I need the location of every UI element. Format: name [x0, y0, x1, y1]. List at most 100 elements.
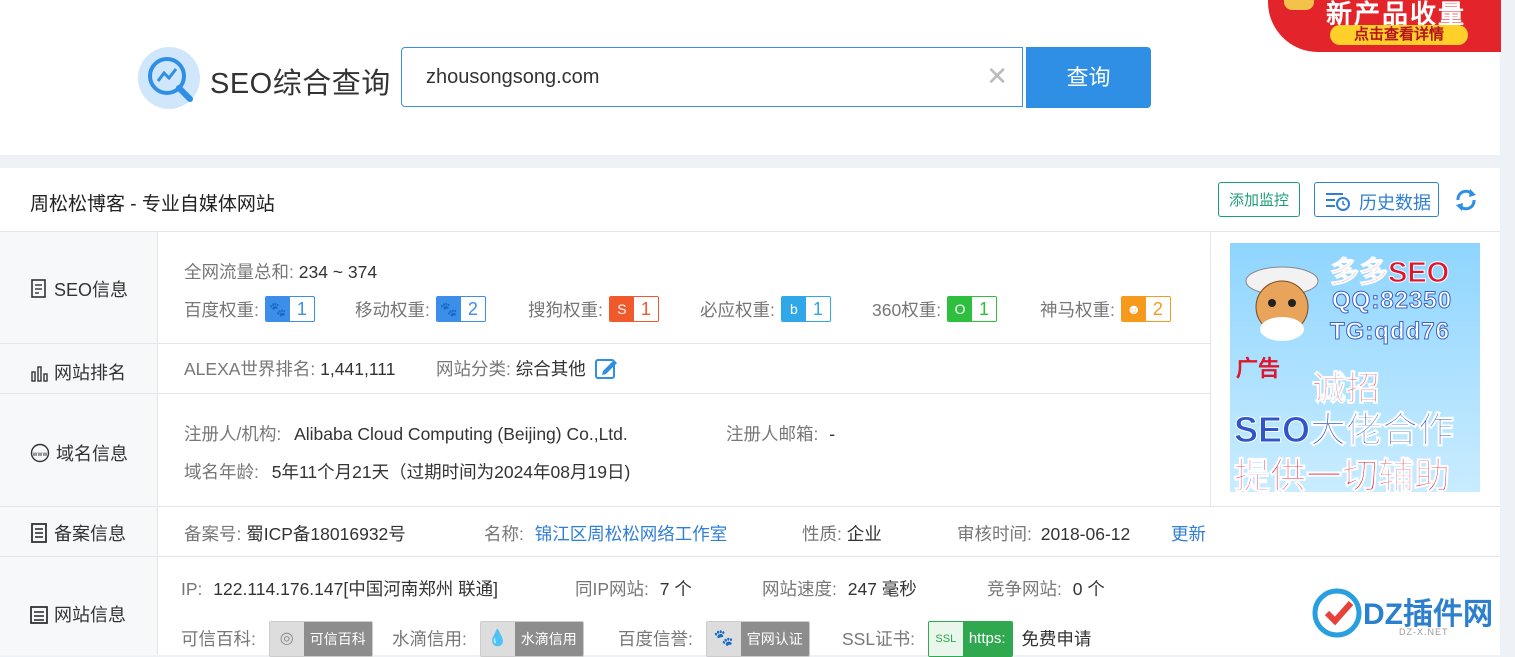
shuidi-badge-text: 水滴信用 [514, 622, 583, 656]
divider [0, 343, 1210, 344]
360-icon: O [948, 297, 973, 321]
baidu-reputation: 百度信誉: 🐾 官网认证 [618, 621, 810, 657]
compete-value[interactable]: 0 个 [1073, 579, 1105, 599]
shenma-icon: ☻ [1121, 297, 1146, 321]
top-ad-cta[interactable]: 点击查看详情 [1330, 25, 1468, 45]
registrant: 注册人/机构: Alibaba Cloud Computing (Beijing… [184, 421, 628, 446]
rank-text: 网站排名 [54, 363, 126, 383]
weight-badge[interactable]: ☻ 2 [1120, 296, 1171, 322]
ad-brand: 多多SEO [1329, 257, 1450, 290]
ad-line-seo: SEO大佬合作 [1233, 409, 1455, 451]
seo-info-label: SEO信息 [30, 276, 128, 302]
page-title: SEO综合查询 [210, 68, 391, 100]
ip-value: 122.114.176.147[中国河南郑州 联通] [213, 579, 498, 599]
update-link[interactable]: 更新 [1171, 521, 1206, 546]
seal-icon: ◎ [269, 622, 304, 656]
ad-tag: 广告 [1236, 356, 1281, 381]
icp-label: 备案信息 [30, 520, 126, 546]
same-ip-sites: 同IP网站: 7 个 [575, 576, 692, 601]
same-ip-value[interactable]: 7 个 [660, 579, 692, 599]
kexin-label: 可信百科: [181, 629, 256, 649]
shuidi-label: 水滴信用: [392, 629, 467, 649]
icp-nature-value: 企业 [846, 524, 882, 544]
divider [0, 556, 1500, 557]
history-icon [1326, 193, 1350, 211]
bing-icon: b [781, 297, 806, 321]
weight-item: 神马权重: ☻ 2 [1040, 296, 1171, 322]
shuidi-badge[interactable]: 💧 水滴信用 [479, 621, 584, 657]
weight-item: 360权重: O 1 [872, 296, 998, 322]
icp-audit-label: 审核时间: [957, 524, 1032, 544]
dz-logo-icon [1312, 588, 1362, 638]
website-icon [30, 606, 48, 624]
category-value: 综合其他 [515, 359, 586, 379]
alexa-label: ALEXA世界排名: [184, 359, 316, 379]
weight-badge[interactable]: S1 [608, 296, 659, 322]
top-ad-banner[interactable]: 新产品收量 点击查看详情 [1268, 0, 1501, 52]
category-label: 网站分类: [436, 359, 511, 379]
record-icon [31, 523, 47, 543]
weight-value: 1 [640, 299, 651, 319]
alexa-value: 1,441,111 [320, 359, 396, 379]
site-info-text: 网站信息 [54, 605, 126, 625]
icp-number-value: 蜀ICP备18016932号 [246, 524, 406, 544]
document-icon [31, 279, 46, 298]
search-input-value: zhousongsong.com [426, 66, 600, 88]
weight-badge[interactable]: b1 [780, 296, 831, 322]
add-monitor-button[interactable]: 添加监控 [1218, 182, 1300, 217]
side-ad-banner[interactable]: 多多SEO QQ:82350 TG:qdd76 广告 诚招 SEO大佬合作 提供… [1230, 243, 1480, 492]
compete-label: 竞争网站: [987, 579, 1062, 599]
baidu-label: 百度信誉: [618, 629, 693, 649]
history-data-button[interactable]: 历史数据 [1314, 182, 1439, 217]
divider [1210, 232, 1211, 506]
weight-value: 1 [979, 299, 990, 319]
weight-item: 必应权重: b 1 [700, 296, 831, 322]
divider [0, 393, 1210, 394]
ad-line-support: 提供一切辅助 [1233, 455, 1451, 493]
icp-nature: 性质: 企业 [802, 521, 882, 546]
registrant-email: 注册人邮箱: - [726, 421, 835, 446]
ad-qq: QQ:82350 [1331, 287, 1453, 315]
email-value: - [829, 424, 836, 444]
weight-label: 百度权重: [184, 300, 259, 320]
baidu-badge[interactable]: 🐾 官网认证 [705, 621, 810, 657]
ssl-label: SSL证书: [842, 629, 915, 649]
weight-badge[interactable]: 🐾 1 [264, 296, 315, 322]
paw-icon: 🐾 [265, 297, 290, 321]
ad-tag-icon [1284, 0, 1314, 10]
clear-icon[interactable]: ✕ [986, 62, 1008, 90]
refresh-icon[interactable] [1452, 186, 1480, 214]
competing-sites: 竞争网站: 0 个 [987, 576, 1105, 601]
search-button[interactable]: 查询 [1026, 47, 1151, 108]
bar-chart-icon [31, 366, 48, 382]
icp-audit-value: 2018-06-12 [1040, 524, 1131, 544]
sogou-icon: S [609, 297, 634, 321]
weight-value: 2 [1152, 299, 1163, 319]
ssl-apply-link[interactable]: 免费申请 [1021, 629, 1091, 649]
weight-badge[interactable]: 🐾 2 [435, 296, 486, 322]
site-speed: 网站速度: 247 毫秒 [762, 576, 917, 601]
search-input[interactable]: zhousongsong.com ✕ [401, 47, 1023, 107]
seo-logo-icon [138, 47, 200, 109]
mascot-icon [1245, 266, 1319, 341]
traffic-value: 234 ~ 374 [298, 262, 378, 282]
registrant-value: Alibaba Cloud Computing (Beijing) Co.,Lt… [294, 424, 628, 444]
weight-label: 360权重: [872, 300, 942, 320]
kexin-badge[interactable]: ◎ 可信百科 [268, 621, 373, 657]
weight-value: 2 [467, 299, 478, 319]
age-value: 5年11个月21天（过期时间为2024年08月19日) [271, 462, 631, 482]
speed-label: 网站速度: [762, 579, 837, 599]
edit-icon[interactable] [594, 357, 619, 379]
icp-number-label: 备案号: [184, 524, 242, 544]
icp-number: 备案号: 蜀ICP备18016932号 [184, 521, 406, 546]
weight-value: 1 [296, 299, 307, 319]
weight-item: 移动权重: 🐾 2 [355, 296, 486, 322]
ip-label: IP: [181, 579, 203, 599]
icp-name-link[interactable]: 锦江区周松松网络工作室 [535, 524, 728, 544]
baidu-badge-text: 官网认证 [740, 622, 809, 656]
result-panel: 周松松博客 - 专业自媒体网站 添加监控 历史数据 SEO信息 全网流量总和: … [0, 168, 1500, 657]
weight-badge[interactable]: O1 [947, 296, 998, 322]
domain-age: 域名年龄: 5年11个月21天（过期时间为2024年08月19日) [184, 459, 630, 484]
paw-icon: 🐾 [436, 297, 461, 321]
ssl-badge[interactable]: SSL https: [927, 621, 1013, 657]
